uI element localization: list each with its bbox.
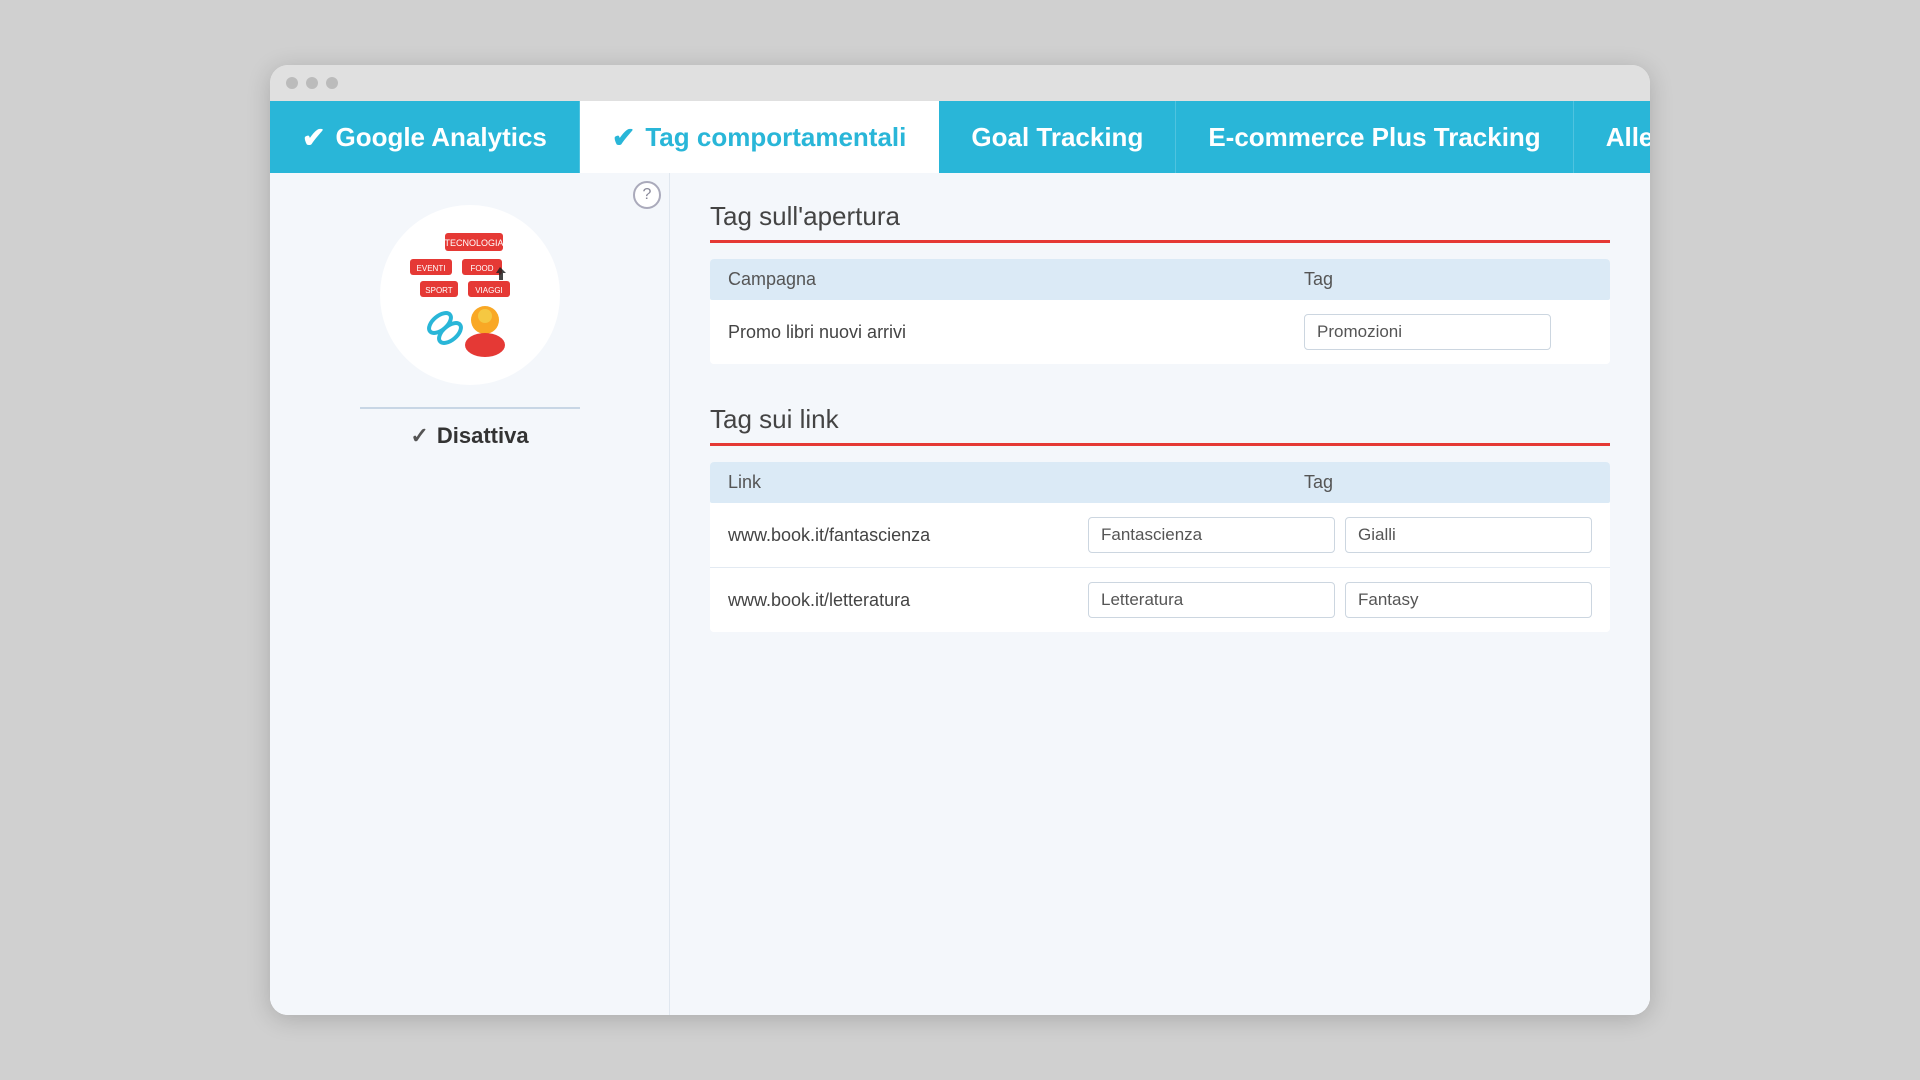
table-row: Promo libri nuovi arrivi [710,300,1610,364]
tab-ecommerce-plus[interactable]: E-commerce Plus Tracking [1176,101,1573,173]
col-link-header: Link [728,472,1304,493]
svg-text:TECNOLOGIA: TECNOLOGIA [444,238,503,248]
browser-top-bar [270,65,1650,101]
col-campagna-header: Campagna [728,269,1304,290]
tag-link-fields-2 [1088,582,1592,618]
tag-link-title: Tag sui link [710,404,1610,435]
browser-frame: ✔ Google Analytics ✔ Tag comportamentali… [270,65,1650,1015]
sidebar: TECNOLOGIA EVENTI FOOD SPORT VIAGGI [270,173,670,1015]
tag-link-input-2a[interactable] [1088,582,1335,618]
tag-apertura-divider [710,240,1610,243]
tab-goal-tracking-label: Goal Tracking [971,122,1143,153]
col-tag-header: Tag [1304,269,1592,290]
tag-link-input-1b[interactable] [1345,517,1592,553]
table-row: www.book.it/fantascienza [710,503,1610,568]
browser-dot-1 [286,77,298,89]
tag-apertura-header-row: Campagna Tag [710,259,1610,300]
tab-allegati[interactable]: Allegati [1574,101,1650,173]
section-gap [710,372,1610,404]
svg-text:SPORT: SPORT [425,286,453,295]
tag-apertura-table: Campagna Tag Promo libri nuovi arrivi [710,259,1610,364]
tag-link-divider [710,443,1610,446]
sidebar-illustration: TECNOLOGIA EVENTI FOOD SPORT VIAGGI [390,215,550,375]
tag-link-fields-1 [1088,517,1592,553]
tag-link-input-1a[interactable] [1088,517,1335,553]
check-disattiva-icon: ✓ [410,423,428,449]
link-label-1: www.book.it/fantascienza [728,525,1088,546]
content-area: Tag sull'apertura Campagna Tag Promo lib… [670,173,1650,1015]
tag-link-table: Link Tag www.book.it/fantascienza www.bo… [710,462,1610,632]
table-row: www.book.it/letteratura [710,568,1610,632]
tag-link-header-row: Link Tag [710,462,1610,503]
tag-apertura-title: Tag sull'apertura [710,201,1610,232]
link-label-2: www.book.it/letteratura [728,590,1088,611]
disattiva-label: Disattiva [437,423,529,449]
disattiva-button[interactable]: ✓ Disattiva [410,423,528,449]
sidebar-illustration-container: TECNOLOGIA EVENTI FOOD SPORT VIAGGI [380,205,560,385]
svg-text:VIAGGI: VIAGGI [475,286,503,295]
tab-ecommerce-plus-label: E-commerce Plus Tracking [1208,122,1540,153]
tag-field-1 [1304,314,1592,350]
campagna-label-1: Promo libri nuovi arrivi [728,322,1304,343]
svg-text:EVENTI: EVENTI [416,264,445,273]
tab-tag-comportamentali-label: Tag comportamentali [645,122,906,153]
check-icon-google-analytics: ✔ [302,121,325,154]
tab-goal-tracking[interactable]: Goal Tracking [939,101,1176,173]
tab-google-analytics[interactable]: ✔ Google Analytics [270,101,580,173]
tab-google-analytics-label: Google Analytics [335,122,546,153]
tab-tag-comportamentali[interactable]: ✔ Tag comportamentali [580,101,939,173]
browser-dot-3 [326,77,338,89]
col-link-tag-header: Tag [1304,472,1592,493]
browser-dot-2 [306,77,318,89]
tab-allegati-label: Allegati [1606,122,1650,153]
sidebar-divider [360,407,580,409]
tag-apertura-input-1[interactable] [1304,314,1551,350]
check-icon-tag-comportamentali: ✔ [612,121,635,154]
svg-text:FOOD: FOOD [470,264,493,273]
tag-link-input-2b[interactable] [1345,582,1592,618]
help-icon[interactable]: ? [633,181,661,209]
main-area: TECNOLOGIA EVENTI FOOD SPORT VIAGGI [270,173,1650,1015]
tab-bar: ✔ Google Analytics ✔ Tag comportamentali… [270,101,1650,173]
browser-content: ✔ Google Analytics ✔ Tag comportamentali… [270,101,1650,1015]
